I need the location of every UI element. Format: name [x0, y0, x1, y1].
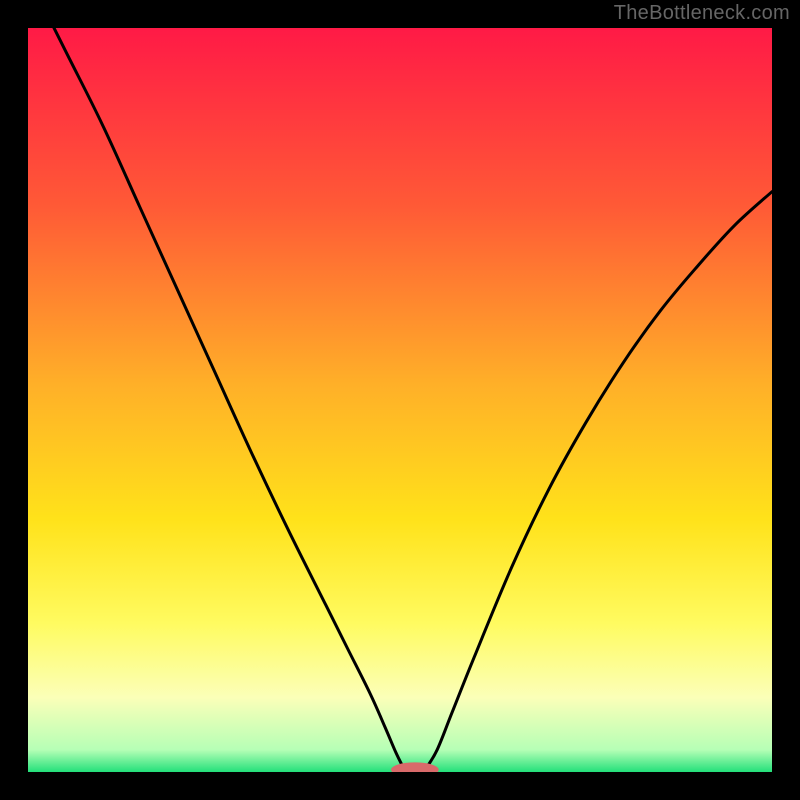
plot-area [28, 28, 772, 772]
plot-background [28, 28, 772, 772]
chart-root: TheBottleneck.com [0, 0, 800, 800]
brand-watermark: TheBottleneck.com [614, 2, 790, 25]
chart-svg [28, 28, 772, 772]
